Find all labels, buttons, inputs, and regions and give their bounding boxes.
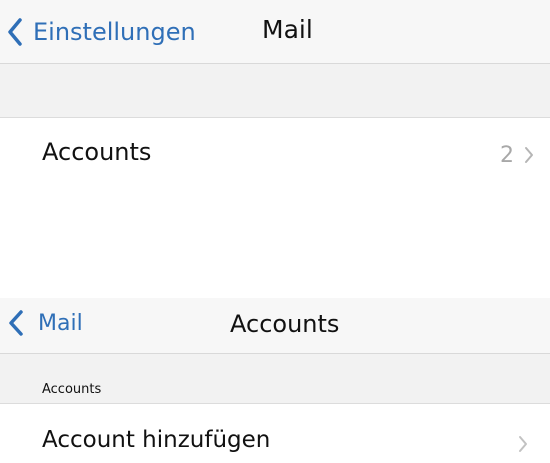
back-button-einstellungen[interactable]: Einstellungen [7,14,196,50]
chevron-left-icon [8,309,24,337]
group-spacer [0,64,550,118]
add-account-row[interactable]: Account hinzufügen [0,404,550,463]
accounts-row-detail: 2 [500,142,534,168]
screen: Einstellungen Mail Accounts 2 Mail Accou… [0,0,550,463]
accounts-row[interactable]: Accounts 2 [0,118,550,190]
page-title: Mail [262,15,313,44]
back-button-label: Einstellungen [33,18,196,46]
back-button-mail[interactable]: Mail [8,305,83,341]
accounts-count: 2 [500,142,514,168]
add-account-label: Account hinzufügen [42,427,271,453]
section-header-accounts: Accounts [0,354,550,404]
accounts-row-label: Accounts [42,138,152,166]
section-header-label: Accounts [42,382,102,397]
navigation-bar-mail: Einstellungen Mail [0,0,550,64]
chevron-right-icon [524,146,534,164]
chevron-right-icon [518,435,528,453]
navigation-bar-accounts: Mail Accounts [0,298,550,354]
back-button-label: Mail [38,310,83,336]
page-title: Accounts [230,310,340,338]
mail-settings-panel: Einstellungen Mail Accounts 2 [0,0,550,190]
chevron-left-icon [7,18,23,46]
add-account-row-detail [518,432,528,456]
